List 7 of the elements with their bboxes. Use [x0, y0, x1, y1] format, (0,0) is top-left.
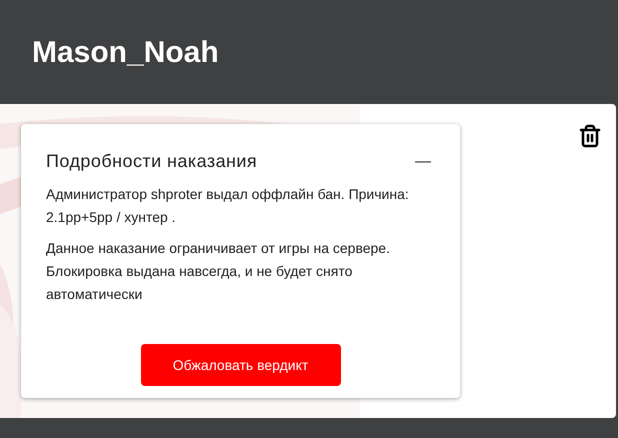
card-title: Подробности наказания	[46, 150, 258, 173]
collapse-button[interactable]: —	[415, 150, 435, 174]
appeal-button[interactable]: Обжаловать вердикт	[140, 344, 340, 386]
punishment-text: Администратор shproter выдал оффлайн бан. Причина: 2.1рр+5рр / хунтер .	[46, 185, 410, 227]
trash-icon[interactable]	[578, 124, 602, 148]
punishment-text: Данное наказание ограничивает от игры на сервере. Блокировка выдана навсегда, и не будет снято автоматически	[46, 239, 391, 304]
username-title: Mason_Noah	[32, 34, 219, 70]
